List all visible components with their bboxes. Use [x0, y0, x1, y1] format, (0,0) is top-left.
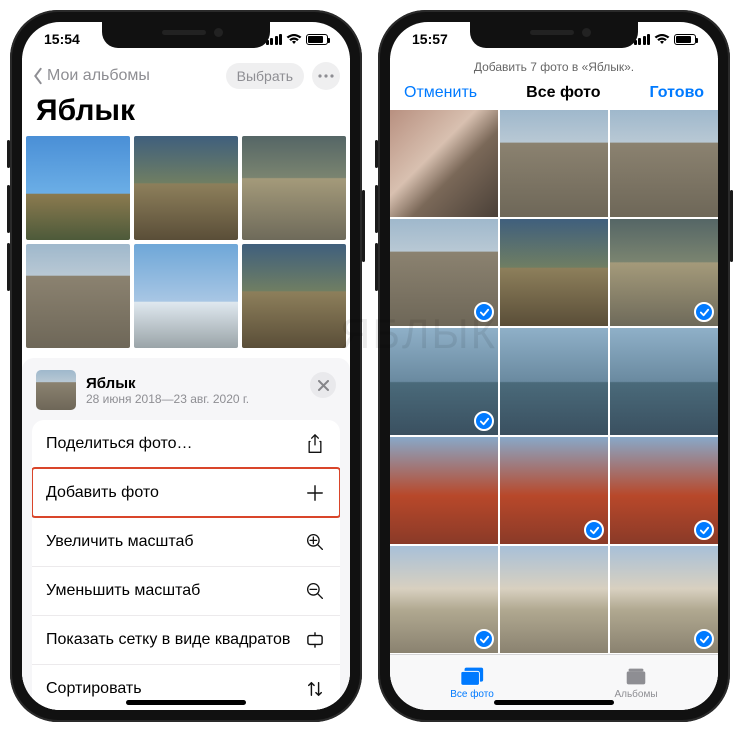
- photo-cell[interactable]: [610, 219, 718, 326]
- photo-thumb[interactable]: [242, 244, 346, 348]
- menu-item-zoom-out[interactable]: Уменьшить масштаб: [32, 566, 340, 615]
- photos-icon: [459, 665, 485, 687]
- photo-cell[interactable]: [610, 437, 718, 544]
- wifi-icon: [654, 33, 670, 45]
- zoom-out-icon: [304, 580, 326, 602]
- photo-cell[interactable]: [500, 110, 608, 217]
- picker-title: Все фото: [526, 84, 600, 102]
- photo-cell[interactable]: [500, 437, 608, 544]
- photo-cell[interactable]: [610, 328, 718, 435]
- action-sheet: Яблык 28 июня 2018—23 авг. 2020 г. Подел…: [22, 358, 350, 710]
- battery-icon: [674, 34, 696, 45]
- selected-badge: [474, 629, 494, 649]
- cancel-button[interactable]: Отменить: [404, 84, 477, 102]
- aspect-icon: [304, 629, 326, 651]
- photo-cell[interactable]: [500, 219, 608, 326]
- photo-cell[interactable]: [610, 110, 718, 217]
- sheet-subtitle: 28 июня 2018—23 авг. 2020 г.: [86, 392, 249, 406]
- photo-thumb[interactable]: [26, 244, 130, 348]
- status-time: 15:57: [412, 31, 448, 47]
- menu-item-add-photo[interactable]: Добавить фото: [32, 468, 340, 517]
- menu-label: Показать сетку в виде квадратов: [46, 631, 290, 649]
- ellipsis-icon: [318, 74, 334, 78]
- menu-item-grid[interactable]: Показать сетку в виде квадратов: [32, 615, 340, 664]
- photo-cell[interactable]: [500, 328, 608, 435]
- photo-cell[interactable]: [390, 219, 498, 326]
- home-indicator[interactable]: [126, 700, 246, 705]
- selected-badge: [694, 520, 714, 540]
- selected-badge: [474, 411, 494, 431]
- menu-label: Добавить фото: [46, 484, 159, 502]
- menu-label: Уменьшить масштаб: [46, 582, 200, 600]
- menu-label: Увеличить масштаб: [46, 533, 194, 551]
- selected-badge: [694, 302, 714, 322]
- status-time: 15:54: [44, 31, 80, 47]
- select-button[interactable]: Выбрать: [226, 63, 304, 89]
- photo-cell[interactable]: [390, 546, 498, 653]
- photo-cell[interactable]: [390, 437, 498, 544]
- photo-thumb[interactable]: [26, 136, 130, 240]
- close-icon: [318, 380, 329, 391]
- home-indicator[interactable]: [494, 700, 614, 705]
- selected-badge: [694, 629, 714, 649]
- selected-badge: [474, 302, 494, 322]
- zoom-in-icon: [304, 531, 326, 553]
- tab-label: Все фото: [450, 689, 494, 700]
- picker-subtitle: Добавить 7 фото в «Яблык».: [390, 58, 718, 80]
- menu-item-zoom-in[interactable]: Увеличить масштаб: [32, 517, 340, 566]
- photo-thumb[interactable]: [134, 136, 238, 240]
- plus-icon: [304, 482, 326, 504]
- menu-label: Поделиться фото…: [46, 435, 193, 453]
- album-grid: [22, 136, 350, 352]
- menu: Поделиться фото… Добавить фото Увеличить…: [32, 420, 340, 710]
- chevron-left-icon: [32, 67, 44, 85]
- tab-label: Альбомы: [614, 689, 657, 700]
- photo-thumb[interactable]: [134, 244, 238, 348]
- more-button[interactable]: [312, 62, 340, 90]
- photo-cell[interactable]: [390, 110, 498, 217]
- phone-right: 15:57 Добавить 7 фото в «Яблык». Отменит…: [378, 10, 730, 722]
- selected-badge: [584, 520, 604, 540]
- back-label: Мои альбомы: [47, 67, 150, 85]
- battery-icon: [306, 34, 328, 45]
- sort-icon: [304, 678, 326, 700]
- menu-label: Сортировать: [46, 680, 142, 698]
- close-button[interactable]: [310, 372, 336, 398]
- photo-cell[interactable]: [610, 546, 718, 653]
- sheet-title: Яблык: [86, 375, 249, 392]
- share-icon: [304, 433, 326, 455]
- photo-cell[interactable]: [500, 546, 608, 653]
- phone-left: 15:54 Мои альбомы Выбрать Я: [10, 10, 362, 722]
- done-button[interactable]: Готово: [650, 84, 704, 102]
- photo-thumb[interactable]: [242, 136, 346, 240]
- page-title: Яблык: [22, 92, 350, 136]
- notch: [470, 22, 638, 48]
- notch: [102, 22, 270, 48]
- picker-grid: [390, 110, 718, 654]
- photo-cell[interactable]: [390, 328, 498, 435]
- back-button[interactable]: Мои альбомы: [32, 67, 150, 85]
- albums-icon: [623, 665, 649, 687]
- wifi-icon: [286, 33, 302, 45]
- menu-item-share[interactable]: Поделиться фото…: [32, 420, 340, 468]
- sheet-thumb: [36, 370, 76, 410]
